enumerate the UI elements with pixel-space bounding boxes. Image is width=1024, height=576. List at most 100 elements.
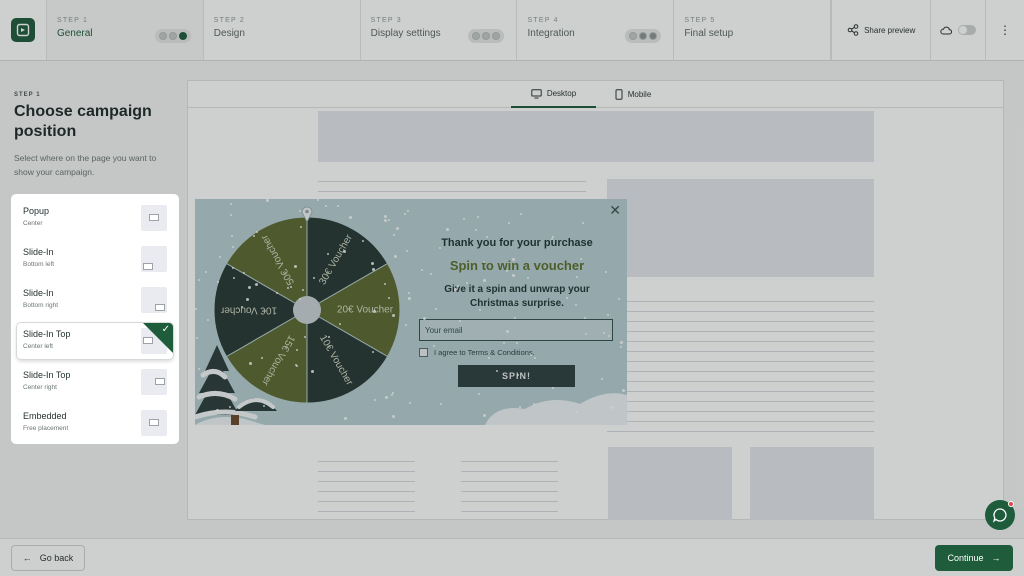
snowflake <box>611 406 614 409</box>
sidebar-step-label: STEP 1 <box>14 92 41 98</box>
step-name: Design <box>213 28 245 39</box>
cloud-sync-toggle[interactable] <box>931 0 987 60</box>
step-general[interactable]: STEP 1 General <box>46 0 204 60</box>
mock-hero-block <box>318 111 874 162</box>
snowflake <box>618 298 620 300</box>
snowflake <box>530 354 532 356</box>
page-description: Select where on the page you want to sho… <box>14 153 157 177</box>
snowflake <box>388 219 390 221</box>
popup-heading: Thank you for your purchase <box>441 237 593 249</box>
snowflake <box>506 270 508 272</box>
snowflake <box>241 306 243 308</box>
option-popup-center[interactable]: Popup Center <box>17 200 173 236</box>
snowflake <box>513 301 515 303</box>
go-back-button[interactable]: ← Go back <box>11 545 85 571</box>
mock-text-line <box>607 371 874 372</box>
snowflake <box>217 281 219 283</box>
snowflake <box>287 287 289 289</box>
snowflake <box>339 323 341 325</box>
mock-text-line <box>461 461 558 462</box>
mock-image-block <box>607 179 874 277</box>
option-slide-in-bottom-left[interactable]: Slide-In Bottom left <box>17 241 173 277</box>
snowflake <box>605 271 607 273</box>
snowflake <box>198 368 200 370</box>
more-options-icon[interactable]: ⋮ <box>986 0 1024 60</box>
toggle-switch[interactable] <box>958 25 977 35</box>
snowflake <box>519 406 521 408</box>
snowflake <box>534 357 536 359</box>
snowflake <box>392 392 394 394</box>
chat-icon <box>992 508 1007 523</box>
mock-text-line <box>461 501 558 502</box>
continue-button[interactable]: Continue → <box>935 545 1013 571</box>
mock-text-line <box>318 481 415 482</box>
tab-mobile[interactable]: Mobile <box>598 81 668 108</box>
mock-text-line <box>318 471 415 472</box>
snowflake <box>533 403 535 405</box>
snowflake <box>304 336 306 338</box>
snowflake <box>483 279 486 282</box>
mock-text-line <box>461 511 558 512</box>
position-thumbnail <box>141 205 167 231</box>
snowflake <box>393 234 395 236</box>
mock-text-line <box>607 341 874 342</box>
snowflake <box>216 409 219 412</box>
snowflake <box>407 210 409 212</box>
snowflake <box>362 240 364 242</box>
step-display-settings[interactable]: STEP 3 Display settings <box>361 0 518 60</box>
snowflake <box>328 336 330 338</box>
share-preview-button[interactable]: Share preview <box>831 0 932 60</box>
snowflake <box>408 292 410 294</box>
snowflake <box>294 265 297 268</box>
snowflake <box>405 324 407 326</box>
option-slide-in-top-center-right[interactable]: Slide-In Top Center right <box>17 364 173 400</box>
mock-text-line <box>607 421 874 422</box>
mock-text-line <box>607 331 874 332</box>
snowflake <box>392 314 395 317</box>
share-preview-label: Share preview <box>864 25 916 35</box>
mock-text-line <box>318 461 415 462</box>
snowflake <box>503 342 505 344</box>
snowflake <box>421 269 423 271</box>
option-slide-in-top-center-left[interactable]: Slide-In Top Center left ✓ <box>17 323 173 359</box>
snowflake <box>433 345 435 347</box>
option-slide-in-bottom-right[interactable]: Slide-In Bottom right <box>17 282 173 318</box>
popup-subheading: Spin to win a voucher <box>449 258 585 273</box>
snowflake <box>580 258 582 260</box>
email-input[interactable]: Your email <box>419 319 613 341</box>
snowflake <box>488 357 490 359</box>
step-integration[interactable]: STEP 4 Integration <box>517 0 675 60</box>
logo-cell[interactable] <box>0 0 47 60</box>
snowflake <box>477 216 479 218</box>
tab-desktop[interactable]: Desktop <box>511 81 596 108</box>
snowflake <box>430 273 432 275</box>
option-embedded[interactable]: Embedded Free placement <box>17 405 173 441</box>
snowflake <box>385 396 388 399</box>
snowflake <box>299 298 301 300</box>
snowflake <box>256 231 258 233</box>
snowflake <box>313 277 315 279</box>
terms-checkbox-row[interactable]: I agree to Terms & Conditions. <box>419 348 535 357</box>
step-final-setup[interactable]: STEP 5 Final setup <box>674 0 832 60</box>
go-back-label: Go back <box>39 553 74 563</box>
snowflake <box>527 277 529 279</box>
arrow-left-icon: ← <box>22 553 32 563</box>
snowflake <box>349 216 352 219</box>
close-icon[interactable]: ✕ <box>609 202 621 219</box>
mock-text-line <box>607 391 874 392</box>
snowflake <box>373 310 376 313</box>
wheel-segment-label: 20€ Voucher <box>337 305 394 316</box>
snowflake <box>202 375 204 377</box>
snowflake <box>582 222 584 224</box>
step-design[interactable]: STEP 2 Design <box>204 0 361 60</box>
terms-checkbox[interactable] <box>419 348 428 357</box>
snowflake <box>337 205 339 207</box>
chat-button[interactable] <box>985 500 1015 530</box>
tab-mobile-label: Mobile <box>627 90 652 99</box>
snowflake <box>246 298 249 301</box>
spin-button[interactable]: SPIN! <box>458 365 575 387</box>
snowflake <box>327 253 329 255</box>
continue-label: Continue <box>947 553 984 563</box>
snowflake <box>295 364 297 366</box>
app-logo[interactable] <box>10 18 35 42</box>
